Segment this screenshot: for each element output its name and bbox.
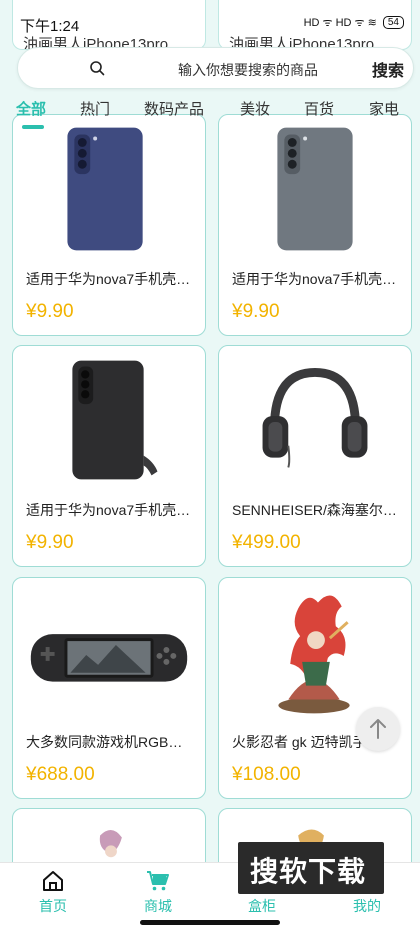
product-price: ¥9.90: [26, 532, 74, 553]
nav-box-label: 盒柜: [248, 898, 276, 914]
product-title: 适用于华为nova7手机壳硅胶保护套: [26, 502, 192, 518]
product-title: 大多数同款游戏机RGB掌机: [26, 734, 192, 750]
product-price: ¥688.00: [26, 764, 95, 785]
back-to-top-button[interactable]: [356, 707, 400, 751]
product-price: ¥9.90: [26, 301, 74, 322]
black-phone-case-image: [72, 360, 158, 480]
status-time: 下午1:24: [20, 18, 80, 35]
product-card[interactable]: 适用于华为nova7手机壳硅胶保护套 ¥9.90: [12, 345, 206, 567]
product-price: ¥499.00: [232, 532, 301, 553]
tab-hot[interactable]: 热门: [80, 98, 110, 119]
tab-indicator: [22, 125, 44, 129]
search-button[interactable]: 搜索: [372, 57, 404, 81]
watermark: 搜软下载: [238, 842, 384, 894]
product-title: 适用于华为nova7手机壳硅胶保护套: [232, 271, 398, 287]
system-icons: HD ᯤ HD ᯤ ≋ 54: [304, 15, 404, 30]
tab-beauty[interactable]: 美妆: [240, 98, 270, 119]
arrow-up-icon: [370, 719, 386, 739]
product-title: 适用于华为nova7手机壳硅胶保护套: [26, 271, 192, 287]
product-price: ¥9.90: [232, 301, 280, 322]
navy-phone-case-image: [67, 127, 143, 251]
anime-figure-image: [278, 595, 350, 714]
status-bar: 下午1:24 HD ᯤ HD ᯤ ≋ 54: [0, 0, 420, 35]
nav-home-label: 首页: [39, 898, 67, 914]
watermark-text: 搜软下载: [250, 856, 367, 887]
tab-goods[interactable]: 百货: [304, 98, 334, 119]
product-card[interactable]: 适用于华为nova7手机壳硅胶保护套 ¥9.90: [12, 114, 206, 336]
product-title: SENNHEISER/森海塞尔头戴式耳机: [232, 502, 398, 518]
nav-home[interactable]: 首页: [18, 863, 88, 923]
battery-icon: 54: [382, 16, 404, 29]
category-tabs: 全部 热门 数码产品 美妆 百货 家电: [0, 95, 420, 129]
product-price: ¥108.00: [232, 764, 301, 785]
product-card[interactable]: 适用于华为nova7手机壳硅胶保护套 ¥9.90: [218, 114, 412, 336]
home-icon: [43, 871, 63, 891]
tab-appliances[interactable]: 家电: [369, 98, 399, 119]
cart-icon: [147, 871, 169, 891]
product-card[interactable]: 大多数同款游戏机RGB掌机 ¥688.00: [12, 577, 206, 799]
handheld-console-image: [30, 634, 188, 682]
tab-all[interactable]: 全部: [16, 98, 46, 119]
product-card[interactable]: SENNHEISER/森海塞尔头戴式耳机 ¥499.00: [218, 345, 412, 567]
signal-icon: HD ᯤ HD ᯤ ≋: [303, 17, 377, 29]
product-card[interactable]: 火影忍者 gk 迈特凯手办 ¥108.00: [218, 577, 412, 799]
nav-mall[interactable]: 商城: [123, 863, 193, 923]
search-input[interactable]: 输入你想要搜索的商品: [178, 60, 318, 80]
nav-mine-label: 我的: [353, 898, 381, 914]
search-bar[interactable]: 输入你想要搜索的商品 搜索: [17, 47, 414, 89]
grey-phone-case-image: [277, 127, 353, 251]
tab-digital[interactable]: 数码产品: [144, 98, 204, 119]
nav-mall-label: 商城: [144, 898, 172, 914]
headphones-image: [262, 368, 368, 468]
search-icon: [90, 61, 105, 76]
home-indicator: [140, 920, 280, 925]
